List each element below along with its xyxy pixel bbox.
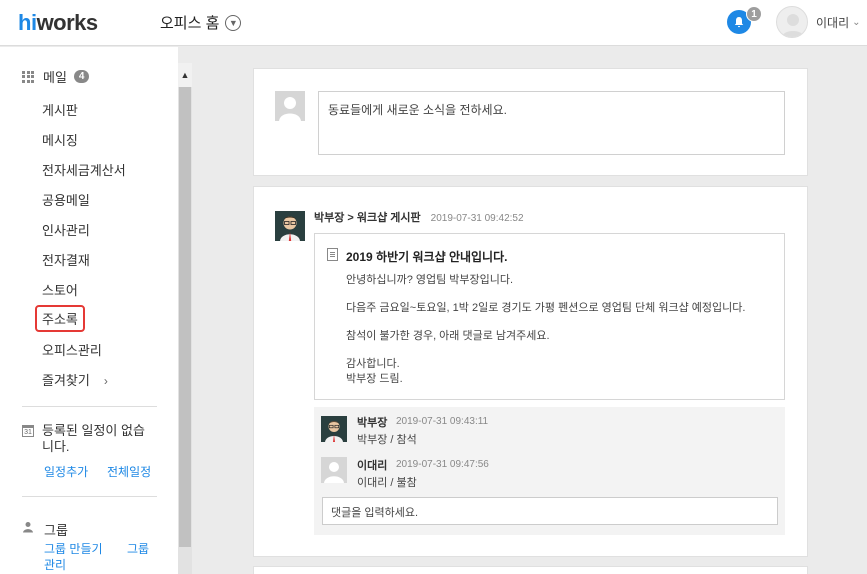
sidebar-item-board[interactable]: 게시판 xyxy=(42,100,78,119)
group-title: 그룹 xyxy=(44,523,68,538)
post-time: 2019-07-31 09:42:52 xyxy=(430,213,524,224)
sidebar-item-address-book[interactable]: 주소록 xyxy=(35,305,85,332)
post-line: 안녕하십니까? 영업팀 박부장입니다. xyxy=(346,274,514,286)
scroll-up-arrow-icon[interactable]: ▲ xyxy=(178,63,192,87)
scroll-thumb[interactable] xyxy=(179,87,191,547)
chevron-down-icon: ▼ xyxy=(225,14,242,31)
sidebar-item-tax-invoice[interactable]: 전자세금계산서 xyxy=(42,160,126,179)
mail-count-badge: 4 xyxy=(73,70,90,83)
sidebar-item-messaging[interactable]: 메시징 xyxy=(42,130,78,149)
post-line: 참석이 불가한 경우, 아래 댓글로 남겨주세요. xyxy=(346,330,550,342)
sidebar-scrollbar[interactable]: ▲ xyxy=(178,63,192,574)
chevron-down-icon: ⌄ xyxy=(852,17,861,28)
mail-label: 메일 xyxy=(43,70,67,85)
left-sidebar: 메일 4 게시판 메시징 전자세금계산서 공용메일 인사관리 전자결재 스토어 … xyxy=(0,47,178,574)
comment-text: 박부장 / 참석 xyxy=(357,434,417,446)
favorites-label: 즐겨찾기 xyxy=(42,373,90,388)
sidebar-item-hr[interactable]: 인사관리 xyxy=(42,220,90,239)
top-header: hiworks 오피스 홈 ▼ 1 이대리 ⌄ xyxy=(0,0,867,46)
comment-input[interactable]: 댓글을 입력하세요. xyxy=(322,497,778,525)
sidebar-item-approval[interactable]: 전자결재 xyxy=(42,250,90,269)
divider xyxy=(22,496,157,497)
post-title[interactable]: 2019 하반기 워크샵 안내입니다. xyxy=(346,248,507,265)
group-person-icon xyxy=(23,522,33,533)
post-content-box: 2019 하반기 워크샵 안내입니다. 안녕하십니까? 영업팀 박부장입니다. … xyxy=(314,233,785,400)
hiworks-logo[interactable]: hiworks xyxy=(18,10,98,36)
office-home-menu[interactable]: 오피스 홈 ▼ xyxy=(160,12,242,33)
comment-text: 이대리 / 불참 xyxy=(357,477,417,489)
notification-count-badge: 1 xyxy=(746,6,762,22)
sidebar-item-mail[interactable]: 메일 4 xyxy=(22,67,90,86)
add-schedule-link[interactable]: 일정추가 xyxy=(44,463,88,480)
office-home-label: 오피스 홈 xyxy=(160,15,220,32)
post-line: 감사합니다. xyxy=(346,358,400,370)
sidebar-item-store[interactable]: 스토어 xyxy=(42,280,78,299)
comment-time: 2019-07-31 09:43:11 xyxy=(396,416,489,427)
post-meta: 박부장 > 워크샵 게시판 2019-07-31 09:42:52 xyxy=(314,209,524,225)
comments-section: 박부장 2019-07-31 09:43:11 박부장 / 참석 이대리 201… xyxy=(314,407,785,535)
divider xyxy=(22,406,157,407)
comment-author: 박부장 xyxy=(357,417,388,429)
user-name: 이대리 xyxy=(816,16,850,30)
calendar-icon: 31 xyxy=(22,425,34,437)
sidebar-item-office-admin[interactable]: 오피스관리 xyxy=(42,340,102,359)
manage-group-link[interactable]: 그룹 xyxy=(127,540,149,557)
comment-avatar xyxy=(321,457,347,483)
no-schedule-text: 등록된 일정이 없습니다. xyxy=(42,423,145,454)
post-author-board[interactable]: 박부장 > 워크샵 게시판 xyxy=(314,209,421,225)
my-avatar xyxy=(275,91,305,121)
user-avatar[interactable] xyxy=(776,6,808,38)
manage-group-link-wrap[interactable]: 관리 xyxy=(44,556,66,573)
all-schedule-link[interactable]: 전체일정 xyxy=(107,463,151,480)
post-line: 박부장 드림. xyxy=(346,373,403,385)
sidebar-item-favorites[interactable]: 즐겨찾기 › xyxy=(42,370,108,389)
comment-avatar xyxy=(321,416,347,442)
chevron-right-icon: › xyxy=(103,374,108,388)
comment-time: 2019-07-31 09:47:56 xyxy=(396,459,489,470)
post-card: 박부장 > 워크샵 게시판 2019-07-31 09:42:52 2019 하… xyxy=(253,186,808,557)
post-line: 다음주 금요일~토요일, 1박 2일로 경기도 가평 펜션으로 영업팀 단체 워… xyxy=(346,302,746,314)
next-post-card xyxy=(253,566,808,574)
compose-card: 동료들에게 새로운 소식을 전하세요. xyxy=(253,68,808,176)
user-menu[interactable]: 이대리 ⌄ xyxy=(816,14,861,31)
sidebar-item-shared-mail[interactable]: 공용메일 xyxy=(42,190,90,209)
comment-author: 이대리 xyxy=(357,460,388,472)
make-group-link[interactable]: 그룹 만들기 xyxy=(44,540,103,557)
document-icon xyxy=(327,248,338,261)
app-grid-icon xyxy=(22,70,34,83)
compose-input[interactable]: 동료들에게 새로운 소식을 전하세요. xyxy=(318,91,785,155)
author-avatar xyxy=(275,211,305,241)
